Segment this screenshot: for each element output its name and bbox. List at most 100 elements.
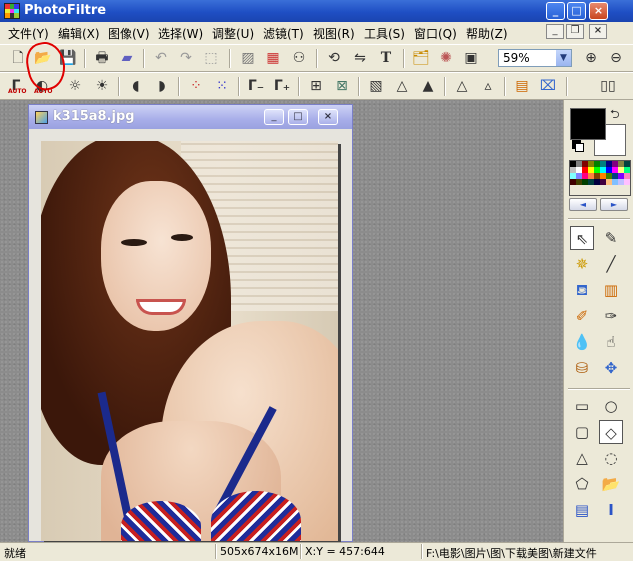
soften-more-icon[interactable]: ▵: [478, 76, 498, 96]
move-icon[interactable]: ✥: [599, 356, 623, 380]
transform-icon[interactable]: ⚇: [289, 48, 309, 68]
advanced-brush-icon[interactable]: ✑: [599, 304, 623, 328]
rectangle-select-icon[interactable]: ▭: [570, 394, 594, 418]
undo-icon[interactable]: ↶: [151, 48, 171, 68]
close-button[interactable]: ×: [589, 2, 608, 20]
triangle-select-icon[interactable]: △: [570, 446, 594, 470]
grayscale-icon[interactable]: ▨: [238, 48, 258, 68]
contrast-up-icon[interactable]: ◗: [152, 76, 172, 96]
image-window-title: k315a8.jpg: [53, 109, 135, 124]
chevron-down-icon[interactable]: ▼: [556, 50, 571, 66]
texture-filter-icon[interactable]: ⊠: [332, 76, 352, 96]
mirror-icon[interactable]: ⇋: [350, 48, 370, 68]
contrast-down-icon[interactable]: ◖: [126, 76, 146, 96]
color-swatch[interactable]: [624, 179, 630, 185]
line-icon[interactable]: ╱: [599, 252, 623, 276]
menu-view[interactable]: 视图(R): [313, 25, 355, 42]
magic-wand-icon[interactable]: ✵: [570, 252, 594, 276]
crop-icon[interactable]: ⬚: [201, 48, 221, 68]
text-cursor-icon[interactable]: Ⅰ: [599, 498, 623, 522]
fill-bucket-icon[interactable]: ⛾: [570, 278, 594, 302]
menu-filter[interactable]: 滤镜(T): [263, 25, 304, 42]
menu-image[interactable]: 图像(V): [108, 25, 150, 42]
mdi-close-icon[interactable]: ×: [589, 24, 607, 39]
palette-next-button[interactable]: ►: [600, 198, 628, 211]
rounded-rect-select-icon[interactable]: ▢: [570, 420, 594, 444]
gamma-down-icon[interactable]: Γ₋: [246, 76, 266, 96]
toolbar-separator: [84, 49, 86, 68]
brightness-down-icon[interactable]: ☼: [65, 76, 85, 96]
menu-window[interactable]: 窗口(Q): [414, 25, 457, 42]
brightness-up-icon[interactable]: ☀: [92, 76, 112, 96]
image-file-icon: [35, 111, 48, 124]
image-maximize-button[interactable]: □: [288, 109, 308, 125]
image-minimize-button[interactable]: _: [264, 109, 284, 125]
lasso-icon[interactable]: ◌: [599, 446, 623, 470]
toolbar-separator: [566, 77, 568, 96]
select-all-icon[interactable]: ▤: [570, 498, 594, 522]
zoom-in-icon[interactable]: ⊕: [581, 48, 601, 68]
print-icon[interactable]: 🖶: [92, 48, 112, 68]
zoom-out-icon[interactable]: ⊖: [606, 48, 626, 68]
color-swatch-grid[interactable]: [569, 160, 631, 196]
zoom-select[interactable]: 59% ▼: [498, 49, 572, 67]
open-shape-icon[interactable]: 📂: [599, 472, 623, 496]
palette-prev-button[interactable]: ◄: [569, 198, 597, 211]
blur-drop-icon[interactable]: 💧: [570, 330, 594, 354]
flip-icon[interactable]: ▯▯: [598, 76, 618, 96]
toolbar-separator: [504, 77, 506, 96]
mdi-minimize-icon[interactable]: _: [546, 24, 564, 39]
gradient-icon[interactable]: ▤: [512, 76, 532, 96]
menu-tools[interactable]: 工具(S): [364, 25, 405, 42]
plugin-icon[interactable]: ✺: [436, 48, 456, 68]
menu-file[interactable]: 文件(Y): [8, 25, 49, 42]
minimize-button[interactable]: _: [546, 2, 565, 20]
finger-icon[interactable]: ☝: [599, 330, 623, 354]
reset-colors-icon[interactable]: [572, 140, 584, 152]
sharpen-icon[interactable]: △: [392, 76, 412, 96]
maximize-button[interactable]: □: [567, 2, 586, 20]
redo-icon[interactable]: ↷: [176, 48, 196, 68]
gamma-up-icon[interactable]: Γ₊: [272, 76, 292, 96]
blur-icon[interactable]: ▧: [366, 76, 386, 96]
screen-mode-icon[interactable]: ▣: [461, 48, 481, 68]
saturation-down-icon[interactable]: ⁘: [186, 76, 206, 96]
sharpen-more-icon[interactable]: ▲: [418, 76, 438, 96]
image-close-button[interactable]: ×: [318, 109, 338, 125]
spray-icon[interactable]: ▥: [599, 278, 623, 302]
swap-colors-icon[interactable]: ⮌: [610, 105, 620, 126]
effect-icon[interactable]: ⌧: [538, 76, 558, 96]
image-window-title-bar[interactable]: k315a8.jpg _ □ ×: [29, 105, 352, 129]
clone-stamp-icon[interactable]: ⛁: [570, 356, 594, 380]
toolbar-separator: [143, 49, 145, 68]
foreground-color-swatch[interactable]: [570, 108, 606, 140]
image-window[interactable]: k315a8.jpg _ □ ×: [28, 104, 353, 542]
main-toolbar: 🗋 📂 💾 🖶 ▰ ↶ ↷ ⬚ ▨ ▦ ⚇ ⟲ ⇋ T 🗂 ✺ ▣ 59% ▼ …: [0, 44, 633, 72]
polygon-select-icon[interactable]: ⬠: [570, 472, 594, 496]
menu-select[interactable]: 选择(W): [158, 25, 203, 42]
new-file-icon[interactable]: 🗋: [8, 48, 28, 68]
selection-arrow-icon[interactable]: ⇖: [570, 226, 594, 250]
title-bar[interactable]: PhotoFiltre _ □ ×: [0, 0, 633, 22]
explorer-icon[interactable]: 🗂: [411, 48, 431, 68]
menu-bar: 文件(Y) 编辑(X) 图像(V) 选择(W) 调整(U) 滤镜(T) 视图(R…: [0, 22, 633, 42]
toolbar-separator: [229, 49, 231, 68]
toolbar-separator: [358, 77, 360, 96]
soften-icon[interactable]: △: [452, 76, 472, 96]
menu-help[interactable]: 帮助(Z): [466, 25, 508, 42]
menu-adjust[interactable]: 调整(U): [212, 25, 254, 42]
menu-edit[interactable]: 编辑(X): [58, 25, 100, 42]
grid-filter-icon[interactable]: ⊞: [306, 76, 326, 96]
ellipse-select-icon[interactable]: ○: [599, 394, 623, 418]
saturation-up-icon[interactable]: ⁙: [212, 76, 232, 96]
brush-icon[interactable]: ✐: [570, 304, 594, 328]
diamond-select-icon[interactable]: ◇: [599, 420, 623, 444]
text-tool-icon[interactable]: T: [376, 48, 396, 68]
rotate-icon[interactable]: ⟲: [324, 48, 344, 68]
scan-icon[interactable]: ▰: [117, 48, 137, 68]
palette-separator: [568, 388, 630, 390]
photo-canvas[interactable]: [41, 141, 338, 541]
colors-icon[interactable]: ▦: [263, 48, 283, 68]
eyedropper-icon[interactable]: ✎: [599, 226, 623, 250]
mdi-restore-icon[interactable]: ❐: [566, 24, 584, 39]
